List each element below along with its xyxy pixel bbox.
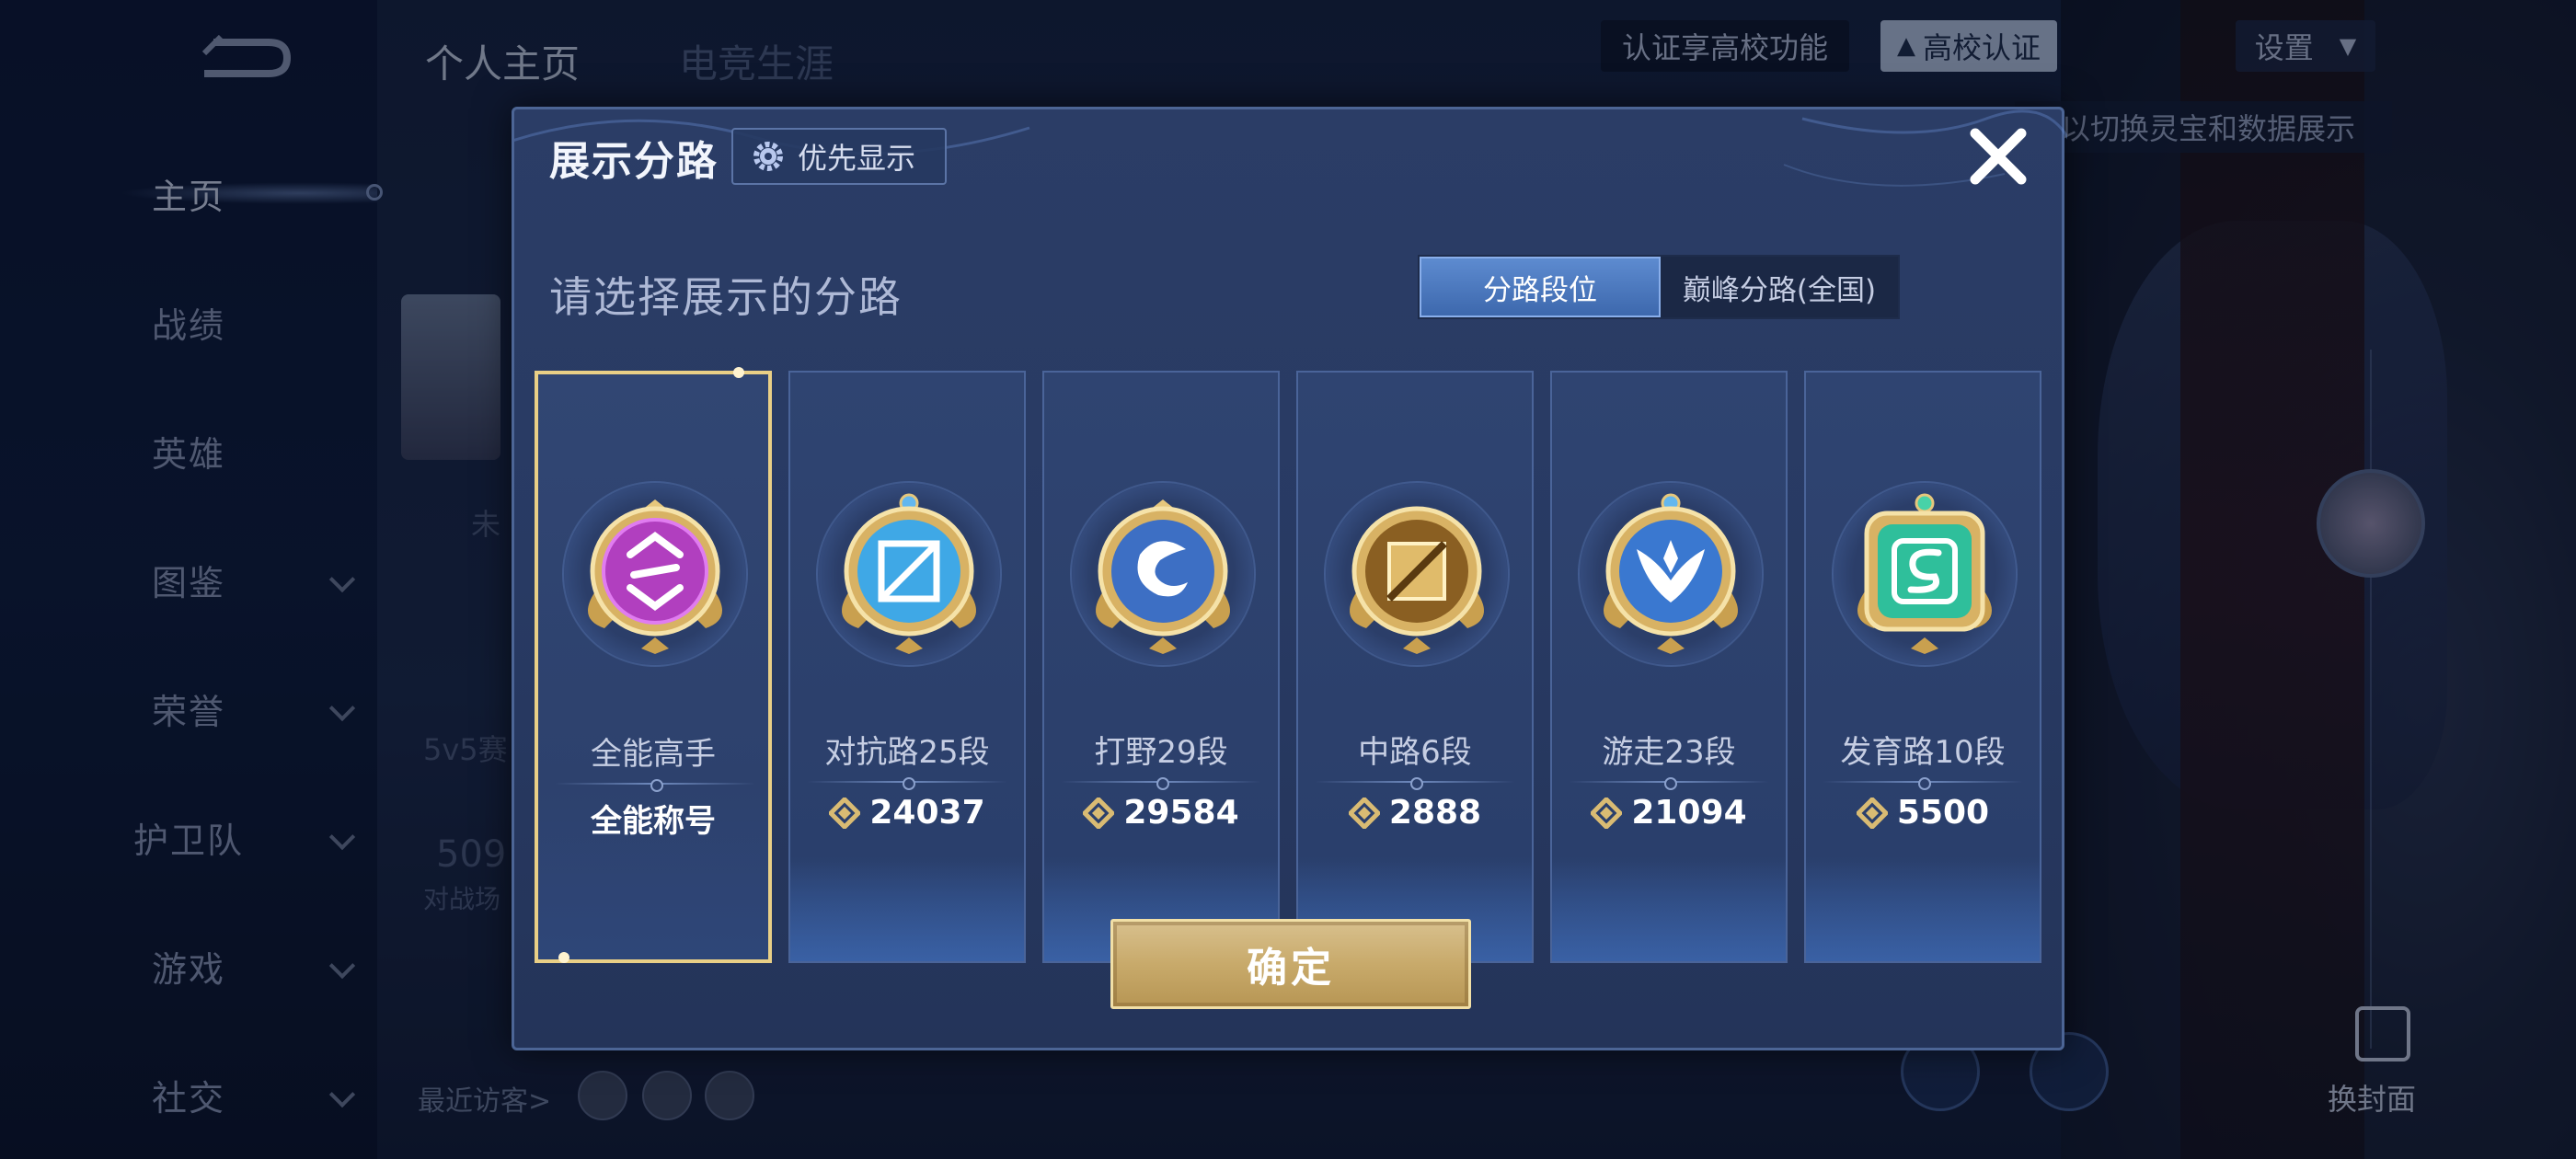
- confirm-button[interactable]: 确定: [1110, 919, 1471, 1009]
- card-divider: [1315, 777, 1515, 790]
- points-icon: [1591, 797, 1623, 829]
- lane-points: 21094: [1552, 794, 1786, 832]
- roam-emblem-icon: [1604, 493, 1738, 654]
- dialog-subtitle: 请选择展示的分路: [549, 272, 903, 322]
- card-divider: [1569, 777, 1769, 790]
- lane-title: 全能称号: [538, 796, 768, 841]
- lane-points: 29584: [1044, 794, 1278, 832]
- priority-display-label: 优先显示: [798, 141, 916, 176]
- lane-points: 2888: [1298, 794, 1532, 832]
- lane-value: 5500: [1896, 794, 1990, 832]
- points-icon: [1856, 797, 1888, 829]
- lane-value: 21094: [1631, 794, 1747, 832]
- lane-card-roam[interactable]: 游走23段 21094: [1550, 371, 1788, 963]
- lane-value: 29584: [1123, 794, 1239, 832]
- card-divider: [1061, 777, 1261, 790]
- points-icon: [1083, 797, 1115, 829]
- lane-mode-toggle: 分路段位 巅峰分路(全国): [1418, 255, 1900, 319]
- lane-name: 打野29段: [1094, 734, 1228, 771]
- clash-lane-emblem-icon: [842, 493, 976, 654]
- farm-lane-emblem-icon: [1857, 493, 1992, 654]
- confirm-label: 确定: [1247, 945, 1335, 992]
- card-divider: [555, 779, 755, 792]
- jungle-emblem-icon: [1096, 499, 1230, 654]
- card-divider: [1823, 777, 2023, 790]
- card-divider: [807, 777, 1007, 790]
- toggle-peak-lane[interactable]: 巅峰分路(全国): [1661, 257, 1898, 317]
- lane-value: 2888: [1388, 794, 1482, 832]
- close-icon[interactable]: [1966, 124, 2030, 189]
- gear-icon: [753, 142, 783, 171]
- card-glow: [790, 860, 1024, 961]
- card-glow: [1806, 860, 2040, 961]
- selection-corner-dot: [558, 952, 569, 963]
- lane-card-allround[interactable]: 全能高手 全能称号: [535, 367, 772, 963]
- points-icon: [1348, 797, 1380, 829]
- allround-emblem-icon: [588, 499, 722, 654]
- lane-card-jungle[interactable]: 打野29段 29584: [1042, 371, 1280, 963]
- toggle-lane-rank[interactable]: 分路段位: [1420, 257, 1661, 317]
- lane-value: 全能称号: [591, 803, 716, 840]
- lane-card-clash[interactable]: 对抗路25段 24037: [788, 371, 1026, 963]
- lane-points: 5500: [1806, 794, 2040, 832]
- lane-card-list: 全能高手 全能称号 对抗路25段 24037 打野29段 29584 中路6段 …: [535, 367, 2047, 965]
- lane-name: 对抗路25段: [824, 734, 990, 771]
- lane-value: 24037: [869, 794, 985, 832]
- lane-card-mid[interactable]: 中路6段 2888: [1296, 371, 1534, 963]
- lane-name: 中路6段: [1358, 734, 1472, 771]
- points-icon: [829, 797, 861, 829]
- dialog-title: 展示分路: [549, 138, 719, 185]
- lane-points: 24037: [790, 794, 1024, 832]
- priority-display-button[interactable]: 优先显示: [731, 128, 947, 185]
- lane-name: 发育路10段: [1840, 734, 2006, 771]
- lane-name: 游走23段: [1602, 734, 1736, 771]
- lane-name: 全能高手: [591, 736, 716, 773]
- selection-corner-dot: [733, 367, 744, 378]
- card-glow: [1552, 860, 1786, 961]
- mid-lane-emblem-icon: [1350, 506, 1484, 654]
- lane-display-dialog: 展示分路 优先显示 请选择展示的分路 分路段位 巅峰分路(全国) 全能高手 全能…: [512, 107, 2067, 1050]
- lane-card-farm[interactable]: 发育路10段 5500: [1804, 371, 2041, 963]
